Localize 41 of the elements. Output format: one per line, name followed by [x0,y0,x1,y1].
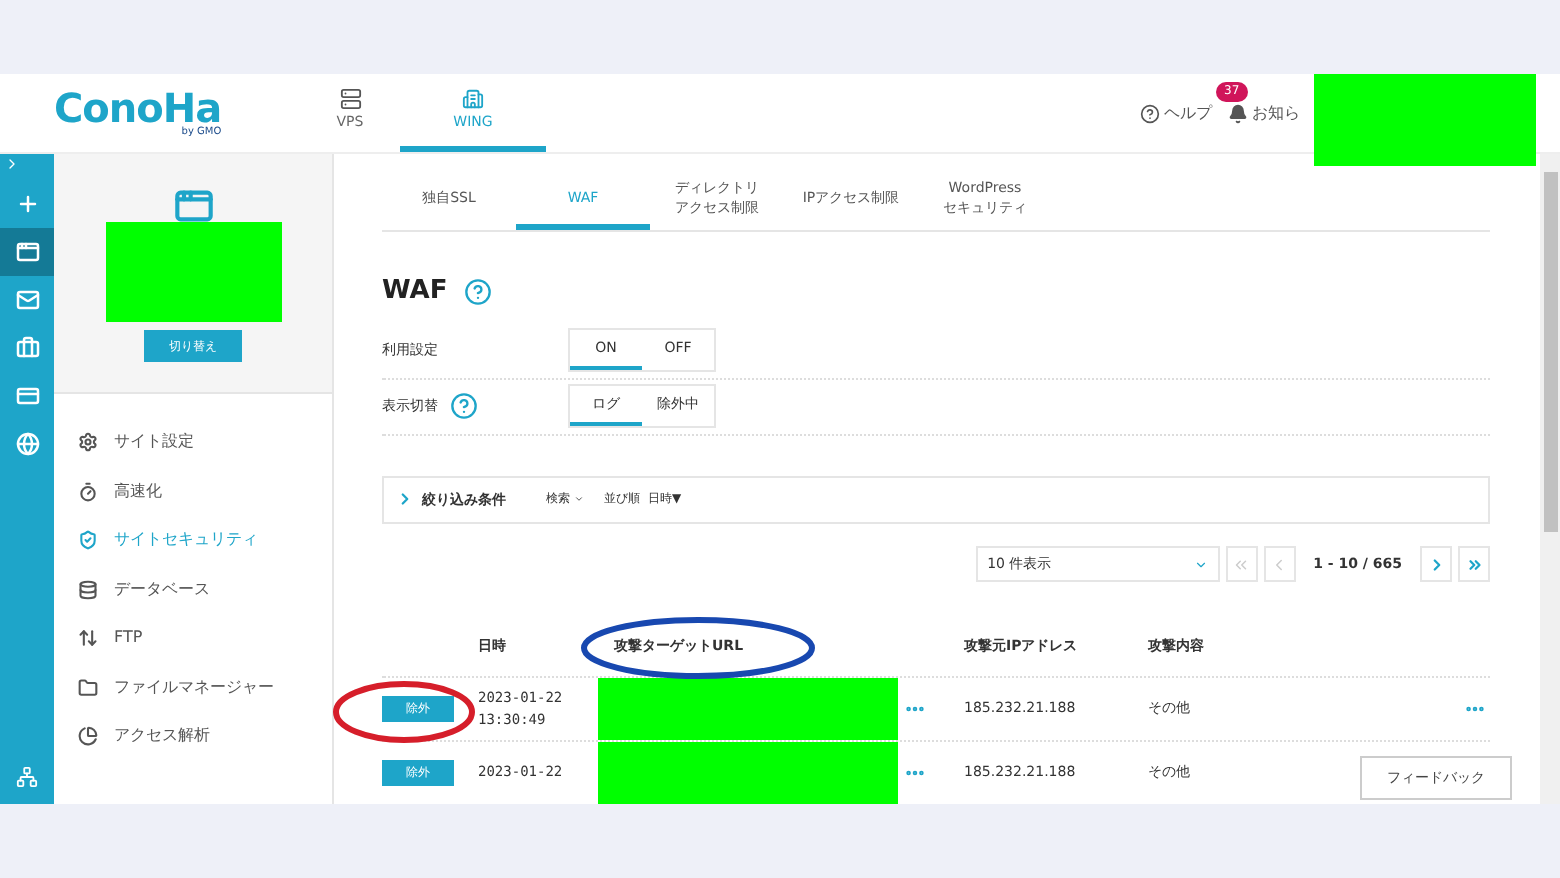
folder-icon [78,677,98,698]
stopwatch-icon [78,481,98,502]
help-icon [1140,103,1160,123]
network-icon[interactable] [16,766,38,788]
plus-icon [15,192,39,216]
card-icon [15,384,39,408]
settings-icon [78,432,98,453]
last-page-icon [1465,555,1483,573]
globe-icon [15,432,39,456]
bell-icon[interactable] [1228,103,1248,123]
notifications-link[interactable]: お知ら [1252,101,1300,125]
database-icon [78,579,98,600]
caret-icon [574,494,584,505]
next-page-button[interactable] [1420,546,1452,582]
mail-icon [15,288,39,312]
help-link[interactable]: ヘルプ [1140,101,1212,125]
first-page-button[interactable] [1225,546,1258,582]
arrows-icon [78,628,98,649]
sidebar-item[interactable]: ファイルマネージャー [78,663,332,712]
sidebar-item[interactable]: データベース [78,565,332,614]
window-icon [15,240,39,264]
last-page-button[interactable] [1458,546,1490,582]
server-icon [339,87,361,110]
help-icon[interactable] [463,277,492,306]
expand-icon[interactable] [4,156,20,172]
sidebar-item[interactable]: FTP [78,614,332,663]
chevron-icon[interactable] [396,490,414,509]
sidebar-item[interactable]: 高速化 [78,467,332,516]
building-icon [462,87,484,110]
shield-icon [78,530,98,551]
briefcase-icon [15,336,39,360]
pie-chart-icon [78,726,98,747]
sidebar-item[interactable]: アクセス解析 [78,712,332,761]
help-icon[interactable] [450,392,478,421]
hand-drawn-circle [332,680,476,744]
first-page-icon [1232,555,1251,573]
rail-button[interactable] [0,228,54,276]
sidebar-item[interactable]: サイト設定 [78,418,332,467]
window-icon [171,186,215,226]
caret-icon [1193,557,1208,571]
page-title: WAF [382,274,448,311]
